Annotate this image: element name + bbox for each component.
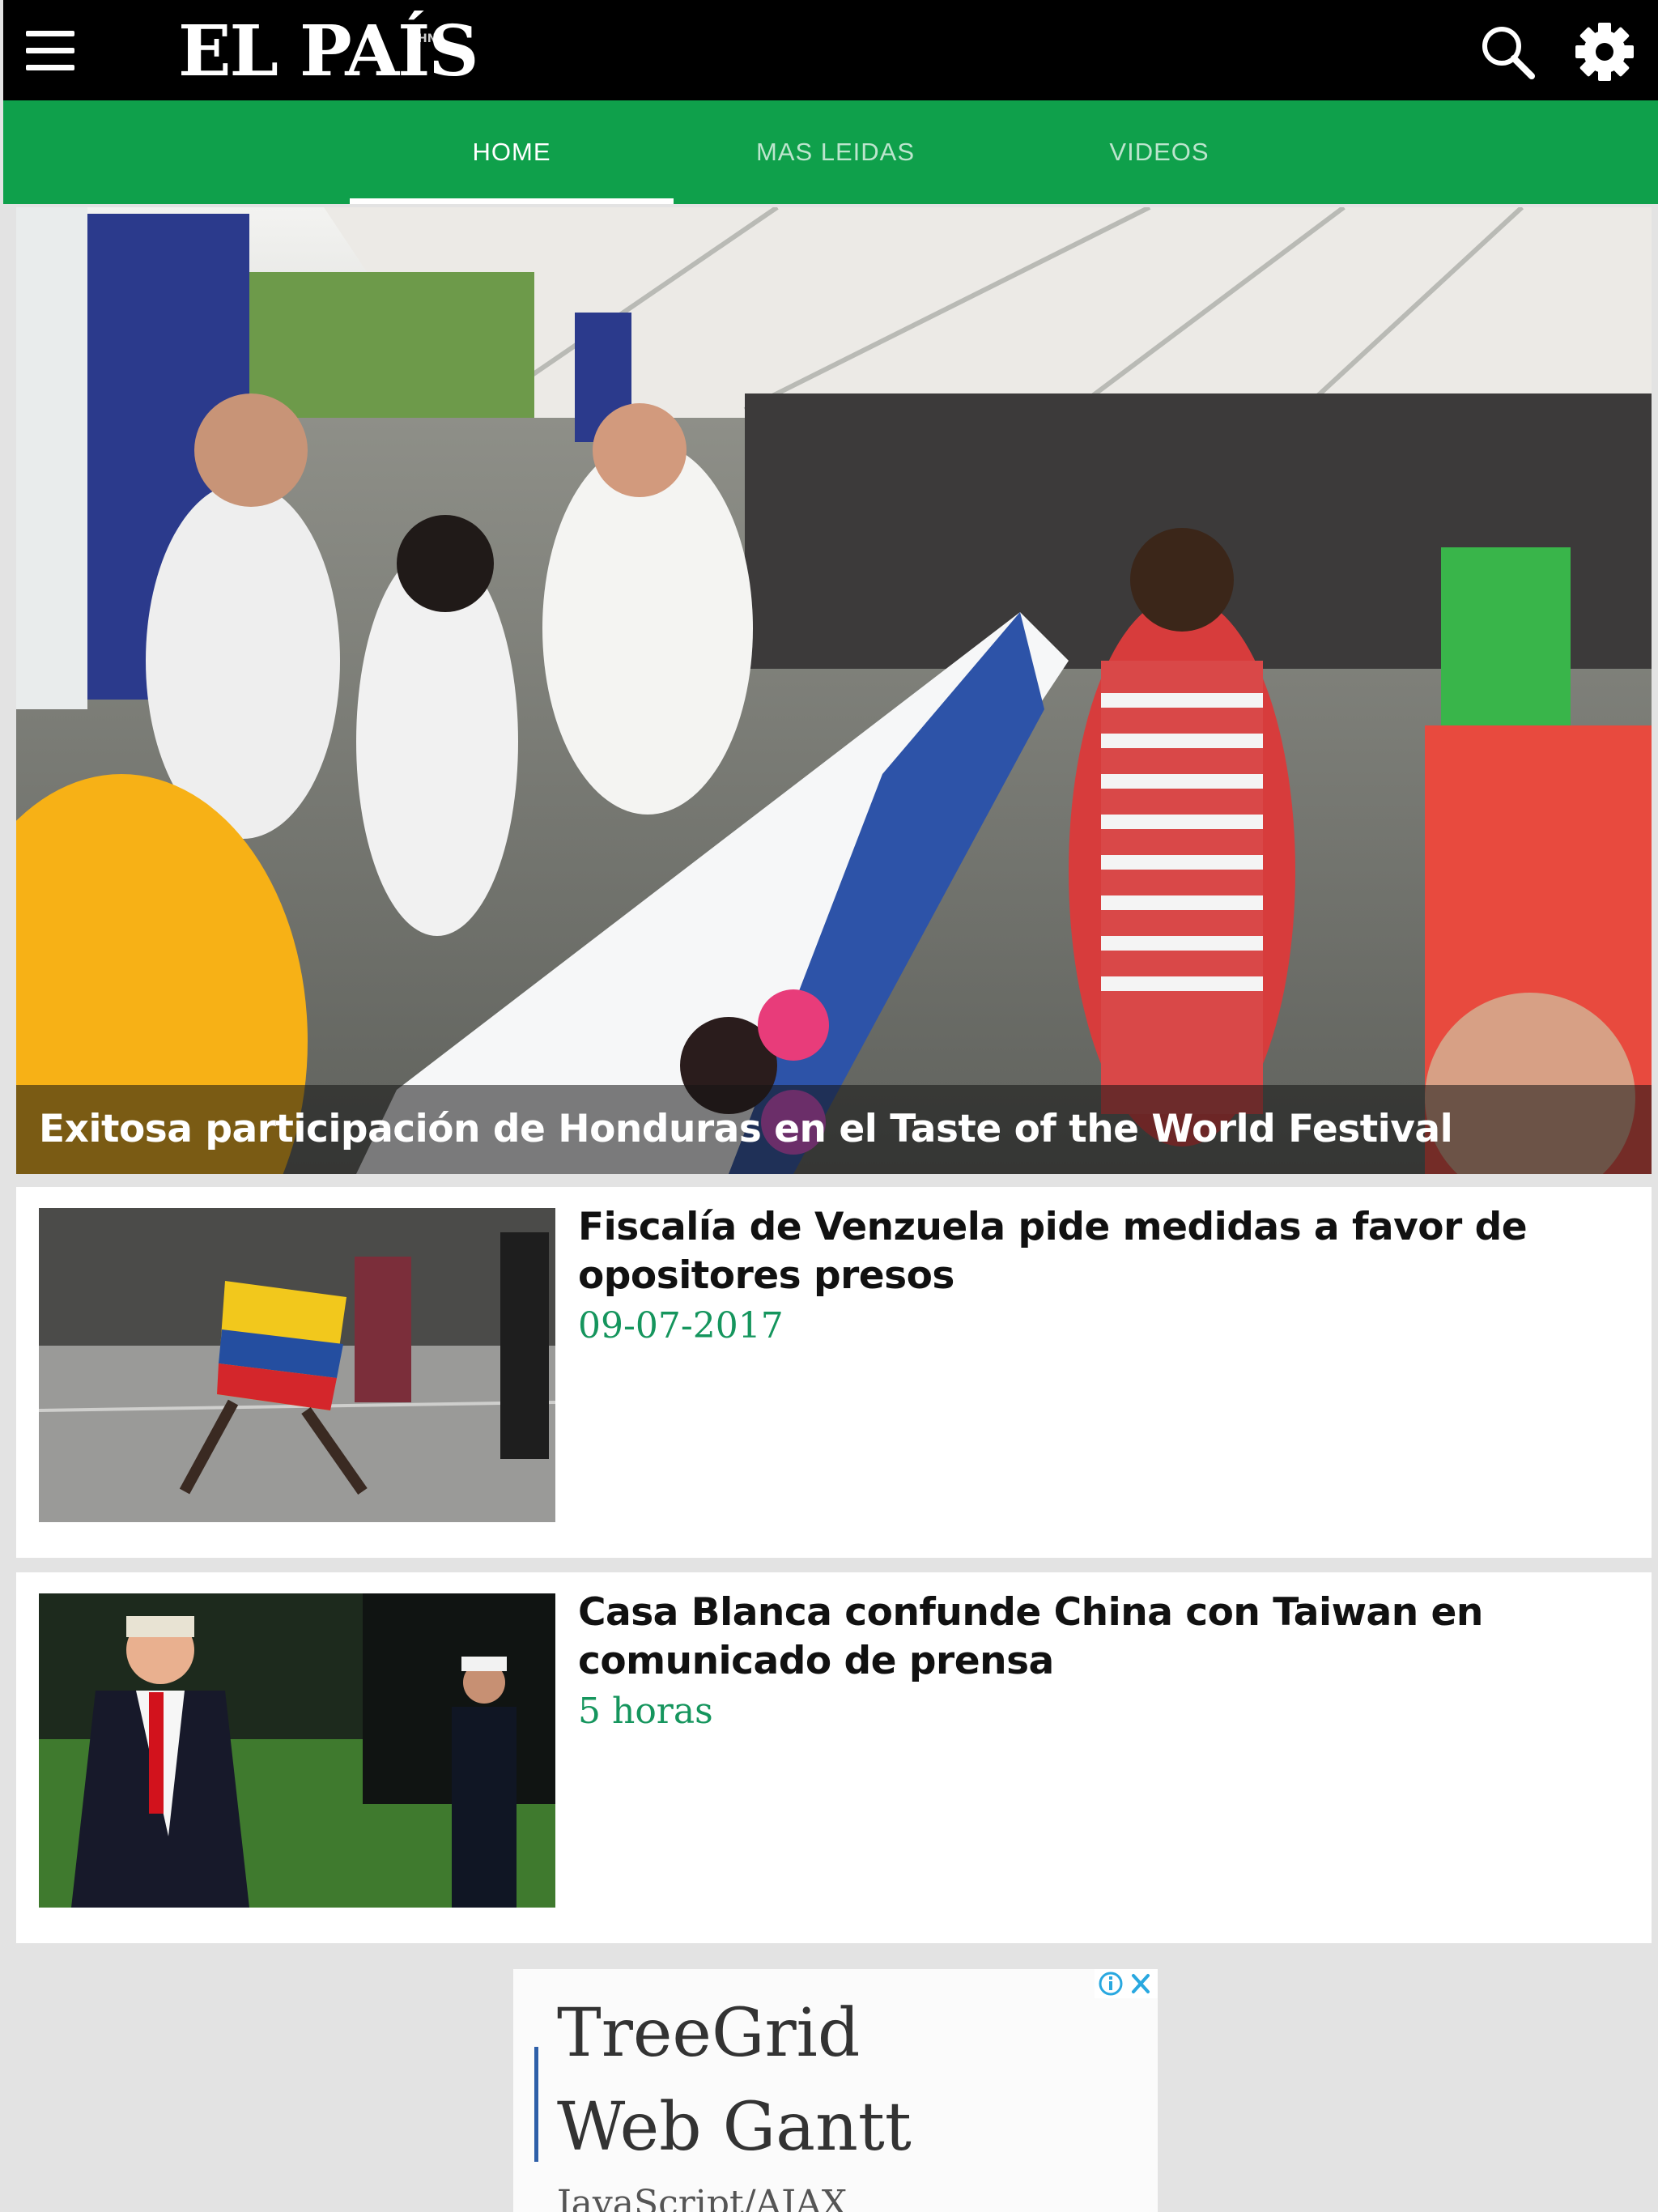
app-frame: EL PAÍS HN HOME MAS LEIDAS VIDEOS Exitos… <box>3 0 1658 2212</box>
close-icon <box>1132 1974 1150 1993</box>
hero-title[interactable]: Exitosa participación de Honduras en el … <box>39 1107 1453 1151</box>
article-card[interactable]: Fiscalía de Venzuela pide medidas a favo… <box>16 1187 1652 1558</box>
site-logo[interactable]: EL PAÍS <box>178 11 478 92</box>
tab-home[interactable]: HOME <box>350 100 674 204</box>
article-date: 09-07-2017 <box>578 1305 784 1346</box>
tab-mas-leidas[interactable]: MAS LEIDAS <box>674 100 997 204</box>
top-bar: EL PAÍS HN <box>3 0 1658 100</box>
ad-headline[interactable]: TreeGrid <box>557 1995 860 2072</box>
active-tab-indicator <box>350 198 674 204</box>
article-thumbnail[interactable] <box>39 1208 555 1522</box>
ad-tagline[interactable]: JavaScript/AJAX <box>557 2183 847 2212</box>
article-thumbnail[interactable] <box>39 1593 555 1908</box>
tab-videos[interactable]: VIDEOS <box>997 100 1321 204</box>
hero-article[interactable]: Exitosa participación de Honduras en el … <box>16 207 1652 1174</box>
article-card[interactable]: Casa Blanca confunde China con Taiwan en… <box>16 1572 1652 1943</box>
hero-image <box>16 207 1652 1174</box>
search-icon[interactable] <box>1477 21 1538 83</box>
hamburger-menu-icon[interactable] <box>26 31 78 71</box>
info-icon <box>1099 1972 1123 1996</box>
advertisement[interactable]: TreeGrid Web Gantt JavaScript/AJAX <box>513 1969 1158 2212</box>
ad-accent-bar <box>534 2047 538 2162</box>
logo-region: HN <box>418 32 437 45</box>
ad-subheadline[interactable]: Web Gantt <box>557 2089 912 2166</box>
article-title[interactable]: Fiscalía de Venzuela pide medidas a favo… <box>578 1203 1622 1300</box>
section-tab-bar: HOME MAS LEIDAS VIDEOS <box>3 100 1658 204</box>
gear-icon[interactable] <box>1571 18 1639 86</box>
article-title[interactable]: Casa Blanca confunde China con Taiwan en… <box>578 1589 1622 1686</box>
ad-controls <box>1095 1969 1158 1998</box>
article-date: 5 horas <box>578 1691 713 1732</box>
